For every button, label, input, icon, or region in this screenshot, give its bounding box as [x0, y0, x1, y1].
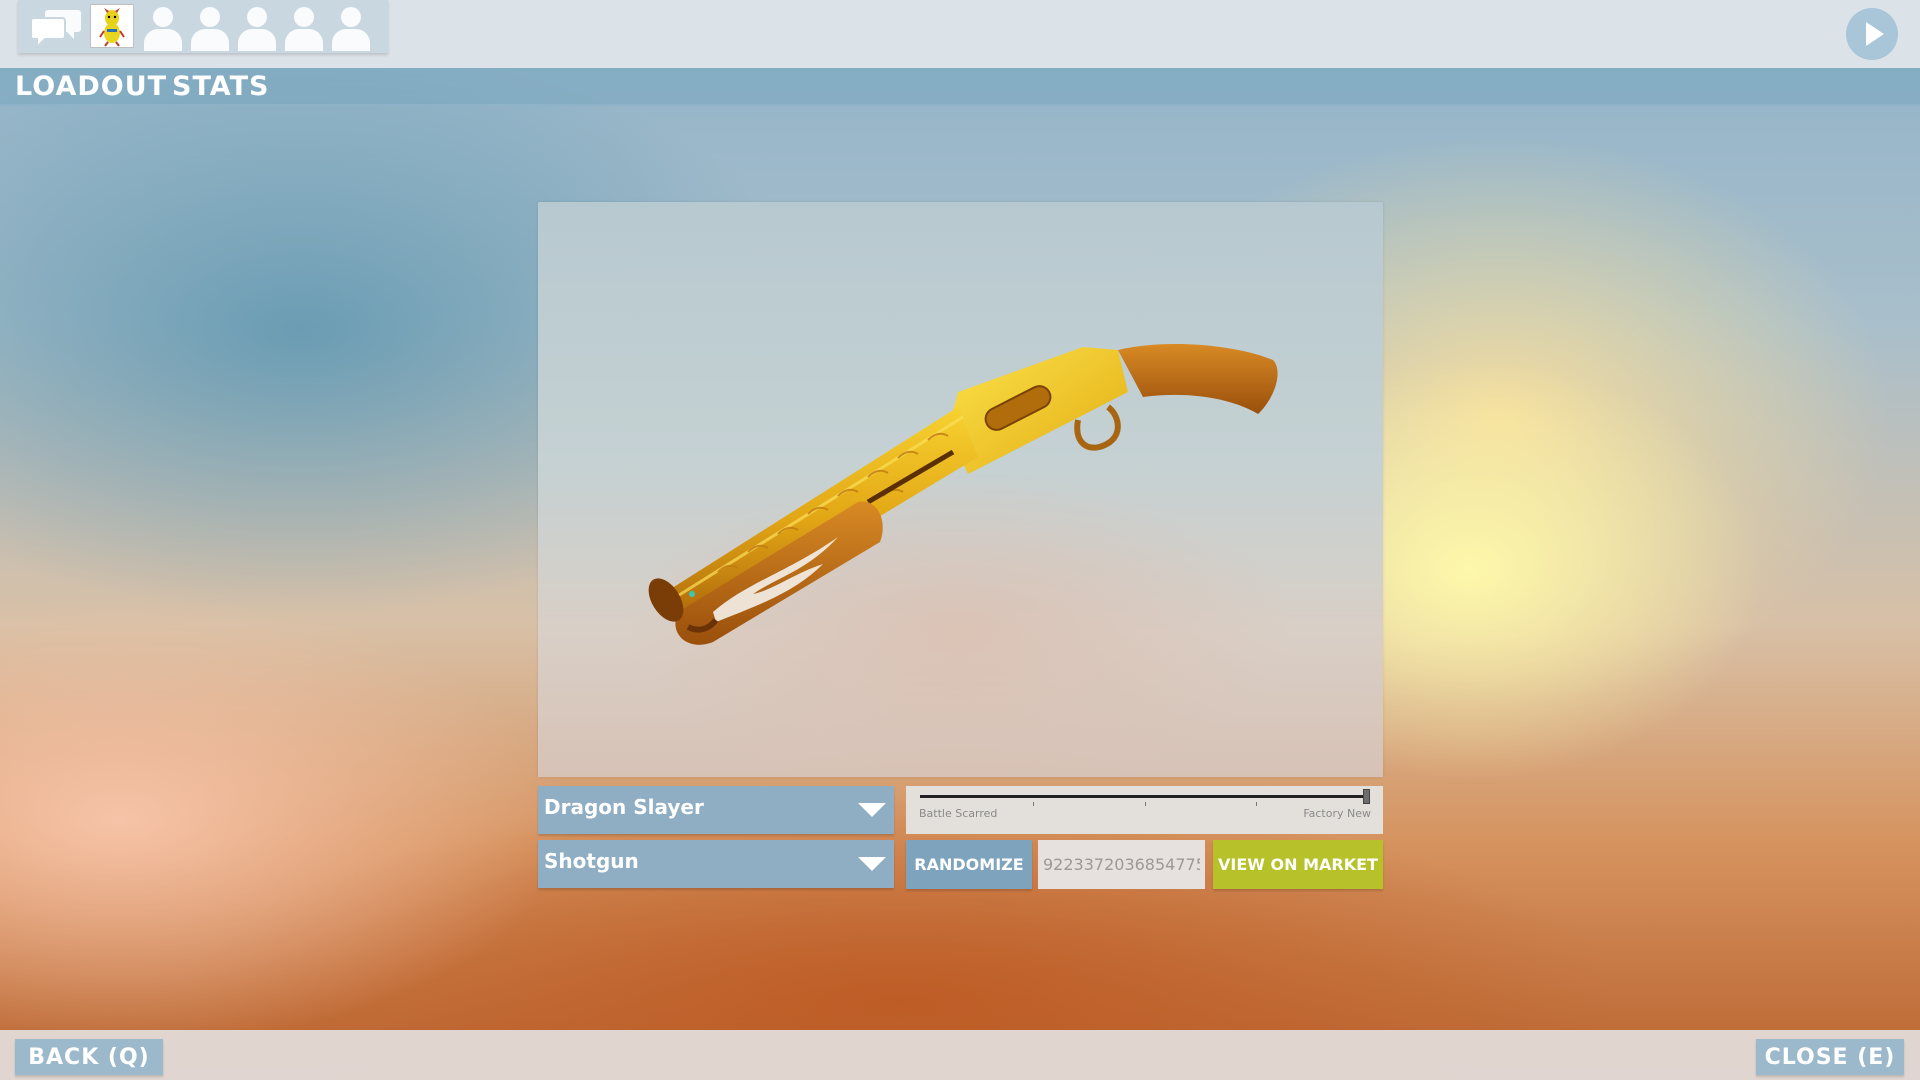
menu-tab-loadout[interactable]: LOADOUT — [15, 71, 167, 102]
wear-slider-tick — [1145, 802, 1146, 806]
empty-party-slot-icon[interactable] — [281, 3, 327, 51]
empty-party-slot-icon[interactable] — [234, 3, 280, 51]
randomize-button[interactable]: RANDOMIZE — [906, 840, 1032, 889]
bottom-bar: BACK (Q) CLOSE (E) — [0, 1030, 1920, 1080]
avatar-image — [99, 8, 125, 47]
empty-party-slot-icon[interactable] — [328, 3, 374, 51]
shotgun-dragon-slayer-icon — [648, 344, 1278, 645]
weapon-select[interactable]: Shotgun — [538, 840, 894, 888]
wear-slider-handle[interactable] — [1363, 789, 1370, 804]
party-panel — [18, 0, 388, 53]
menu-bar: LOADOUT STATS — [0, 68, 1920, 106]
view-on-market-button[interactable]: VIEW ON MARKET — [1213, 840, 1383, 889]
skin-select[interactable]: Dragon Slayer — [538, 786, 894, 834]
wear-slider-track[interactable] — [920, 795, 1370, 798]
empty-party-slot-icon[interactable] — [187, 3, 233, 51]
wear-max-label: Factory New — [1303, 807, 1371, 820]
skin-select-value: Dragon Slayer — [544, 795, 704, 819]
chevron-down-icon — [858, 857, 886, 871]
wear-slider-tick — [1256, 802, 1257, 806]
player-avatar[interactable] — [90, 4, 134, 48]
weapon-select-value: Shotgun — [544, 849, 639, 873]
seed-input[interactable] — [1038, 840, 1205, 889]
top-bar — [0, 0, 1920, 68]
chat-bubbles-icon[interactable] — [30, 6, 82, 50]
menu-tab-stats[interactable]: STATS — [172, 71, 269, 102]
wear-slider[interactable]: Battle Scarred Factory New — [906, 786, 1383, 834]
close-button[interactable]: CLOSE (E) — [1756, 1039, 1904, 1075]
wear-slider-tick — [1033, 802, 1034, 806]
weapon-preview — [538, 202, 1383, 777]
empty-party-slot-icon[interactable] — [140, 3, 186, 51]
chevron-down-icon — [858, 803, 886, 817]
play-icon[interactable] — [1844, 6, 1900, 62]
back-button[interactable]: BACK (Q) — [15, 1039, 163, 1075]
wear-min-label: Battle Scarred — [919, 807, 998, 820]
